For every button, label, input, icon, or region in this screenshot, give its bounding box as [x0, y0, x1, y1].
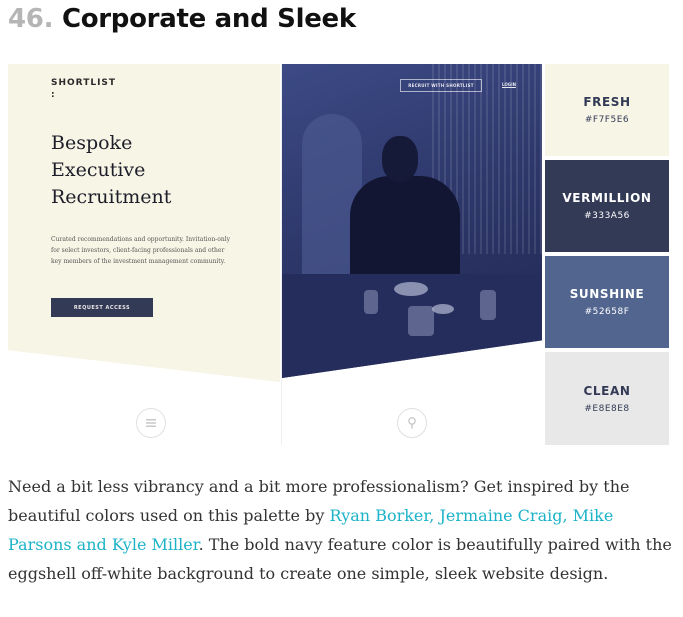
- login-link[interactable]: LOGIN: [502, 82, 516, 87]
- photo-glass: [364, 290, 378, 314]
- mockup-landing-page: SHORTLIST : Bespoke Executive Recruitmen…: [8, 64, 280, 445]
- recruit-with-shortlist-button[interactable]: RECRUIT WITH SHORTLIST: [400, 79, 482, 92]
- swatch-vermillion: VERMILLION #333A56: [545, 160, 669, 252]
- swatch-name: SUNSHINE: [569, 287, 645, 301]
- hero-title-line: Recruitment: [51, 186, 172, 208]
- photo-glass: [480, 290, 496, 320]
- swatch-clean: CLEAN #E8E8E8: [545, 352, 669, 445]
- swatch-name: VERMILLION: [562, 191, 652, 205]
- swatch-name: FRESH: [583, 95, 631, 109]
- swatch-hex: #F7F5E6: [584, 115, 630, 125]
- mockup-logo: SHORTLIST: [51, 78, 117, 88]
- palette-figure: SHORTLIST : Bespoke Executive Recruitmen…: [8, 64, 669, 445]
- swatch-fresh: FRESH #F7F5E6: [545, 64, 669, 156]
- photo-cup: [394, 282, 428, 296]
- heading-number: 46.: [8, 4, 54, 34]
- section-heading: 46. Corporate and Sleek: [8, 4, 356, 40]
- mockup-hero-photo: RECRUIT WITH SHORTLIST LOGIN: [282, 64, 542, 378]
- photo-person: [350, 176, 460, 286]
- mockup-hero-copy: Curated recommendations and opportunity.…: [51, 236, 230, 265]
- mockup-eggshell-background: [8, 64, 280, 382]
- swatch-hex: #52658F: [584, 307, 630, 317]
- hero-title-line: Executive: [51, 159, 146, 181]
- swatch-name: CLEAN: [583, 383, 631, 398]
- request-access-button[interactable]: REQUEST ACCESS: [51, 298, 153, 317]
- photo-cup: [432, 304, 454, 314]
- menu-icon[interactable]: [136, 408, 166, 438]
- swatch-hex: #E8E8E8: [584, 403, 630, 414]
- heading-title: Corporate and Sleek: [61, 4, 356, 34]
- mockup-photo-page: RECRUIT WITH SHORTLIST LOGIN: [281, 64, 542, 445]
- mockup-hero-title: Bespoke Executive Recruitment: [51, 130, 251, 211]
- mockup-logo-mark: :: [51, 90, 55, 100]
- hero-title-line: Bespoke: [51, 132, 133, 154]
- description-paragraph: Need a bit less vibrancy and a bit more …: [8, 472, 676, 588]
- swatch-sunshine: SUNSHINE #52658F: [545, 256, 669, 348]
- photo-person-head: [382, 136, 418, 182]
- photo-glass: [408, 306, 434, 336]
- swatch-hex: #333A56: [584, 211, 630, 221]
- lock-icon[interactable]: [397, 408, 427, 438]
